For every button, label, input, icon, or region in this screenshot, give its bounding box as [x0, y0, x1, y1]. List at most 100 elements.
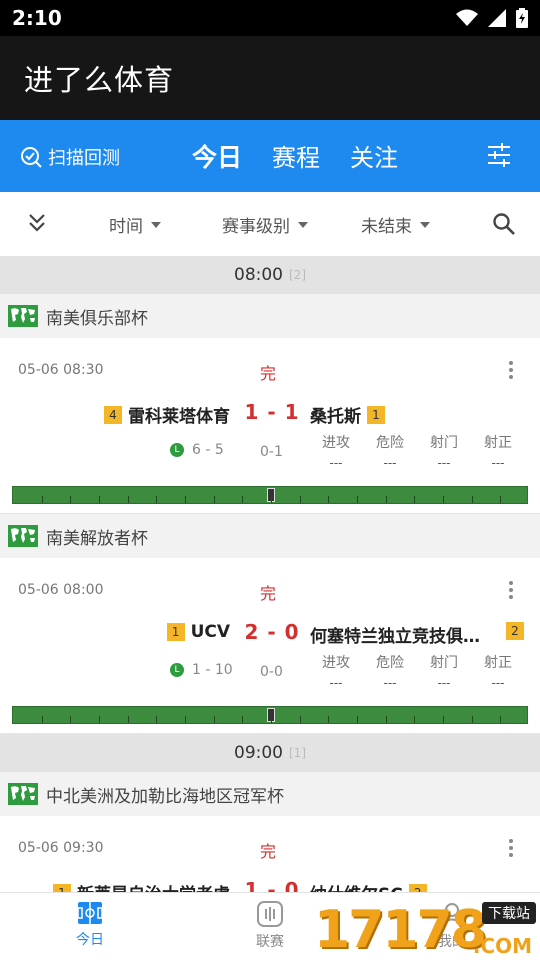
- match-score: 1 - 1: [244, 400, 300, 424]
- timeline-tick: [128, 496, 129, 503]
- level-filter-dropdown[interactable]: 赛事级别: [222, 212, 308, 237]
- home-team: 新莱昂自治大学老虎: [77, 880, 230, 892]
- time-group-time: 08:00: [234, 265, 283, 285]
- timeline-tick: [271, 496, 272, 503]
- caret-down-icon: [151, 221, 161, 228]
- corner-kick-icon: L: [170, 663, 184, 677]
- timeline-tick: [328, 496, 329, 503]
- match-datetime: 05-06 08:30: [18, 362, 104, 378]
- league-name: 中北美洲及加勒比海地区冠军杯: [46, 786, 284, 807]
- timeline-tick: [185, 716, 186, 723]
- corner-value: 1 - 10: [192, 662, 233, 678]
- away-rank-badge: 1: [367, 405, 385, 424]
- collapse-all-button[interactable]: [26, 212, 48, 238]
- stat-attack: 进攻 ---: [322, 435, 350, 470]
- bottom-tab-label: 联赛: [256, 934, 284, 950]
- match-list[interactable]: 08:00 [2] 南美俱乐部杯 05-06 08:30 完 4 雷科莱塔体育 …: [0, 256, 540, 892]
- home-rank-badge: 1: [166, 623, 185, 641]
- bottom-tab-league[interactable]: 联赛: [230, 901, 310, 951]
- match-score: 1 - 0: [244, 878, 300, 892]
- match-card[interactable]: 05-06 08:00 完 1 UCV 2 - 0 何塞特兰独立竞技俱… 2 L…: [0, 558, 540, 734]
- half-time-score: 0-1: [260, 444, 283, 460]
- timeline-tick: [70, 716, 71, 723]
- home-team: UCV: [190, 622, 230, 642]
- match-score: 2 - 0: [244, 620, 300, 644]
- signal-icon: [488, 9, 506, 27]
- timeline-tick: [156, 716, 157, 723]
- app-title: 进了么体育: [24, 63, 175, 97]
- more-vertical-icon: [509, 361, 513, 379]
- caret-down-icon: [298, 221, 308, 228]
- world-map-icon: [8, 305, 38, 327]
- timeline-tick: [185, 496, 186, 503]
- home-rank-badge: 1: [53, 883, 71, 892]
- top-nav: 扫描回测 今日 赛程 关注: [0, 120, 540, 192]
- status-bar: 2:10: [0, 0, 540, 36]
- timeline-tick: [214, 716, 215, 723]
- tab-follow[interactable]: 关注: [350, 138, 398, 173]
- bottom-tab-today[interactable]: 今日: [50, 901, 130, 949]
- time-filter-dropdown[interactable]: 时间: [109, 212, 161, 237]
- caret-down-icon: [420, 221, 430, 228]
- match-status: 完: [260, 584, 277, 603]
- timeline-tick: [357, 496, 358, 503]
- away-team: 纳什维尔SC: [310, 880, 403, 892]
- match-status: 完: [260, 364, 277, 383]
- timeline-tick: [242, 716, 243, 723]
- league-name: 南美俱乐部杯: [46, 308, 148, 329]
- site-watermark: 17178 下载站 .COM: [314, 900, 540, 960]
- away-team: 何塞特兰独立竞技俱…: [310, 627, 480, 647]
- league-icon: [257, 901, 283, 927]
- timeline-tick: [443, 496, 444, 503]
- timeline-tick: [414, 716, 415, 723]
- world-map-icon: [8, 525, 38, 547]
- tab-schedule[interactable]: 赛程: [272, 138, 320, 173]
- stat-on-target: 射正 ---: [484, 655, 512, 690]
- timeline-tick: [300, 496, 301, 503]
- more-options-button[interactable]: [508, 580, 514, 604]
- timeline-tick: [271, 716, 272, 723]
- league-header[interactable]: 南美解放者杯: [0, 514, 540, 558]
- league-name: 南美解放者杯: [46, 528, 148, 549]
- home-rank-badge: 4: [104, 405, 122, 424]
- match-card[interactable]: 05-06 08:30 完 4 雷科莱塔体育 1 - 1 桑托斯 1 L 6 -…: [0, 338, 540, 514]
- league-header[interactable]: 南美俱乐部杯: [0, 294, 540, 338]
- match-card[interactable]: 05-06 09:30 完 1 新莱昂自治大学老虎 1 - 0 纳什维尔SC 2: [0, 816, 540, 892]
- match-timeline-bar: [12, 706, 528, 724]
- stat-shots: 射门 ---: [430, 435, 458, 470]
- search-button[interactable]: [492, 212, 516, 240]
- timeline-tick: [99, 716, 100, 723]
- stat-shots: 射门 ---: [430, 655, 458, 690]
- status-time: 2:10: [12, 6, 62, 30]
- timeline-tick: [472, 716, 473, 723]
- state-filter-dropdown[interactable]: 未结束: [361, 212, 430, 237]
- timeline-tick: [414, 496, 415, 503]
- filter-settings-button[interactable]: [486, 142, 512, 172]
- more-options-button[interactable]: [508, 838, 514, 862]
- watermark-number: 17178: [314, 900, 487, 960]
- double-chevron-down-icon: [29, 214, 45, 232]
- scan-backtest-button[interactable]: 扫描回测: [20, 144, 120, 170]
- stat-danger: 危险 ---: [376, 655, 404, 690]
- timeline-tick: [42, 496, 43, 503]
- stat-attack: 进攻 ---: [322, 655, 350, 690]
- stat-danger: 危险 ---: [376, 435, 404, 470]
- tab-today[interactable]: 今日: [192, 138, 242, 174]
- timeline-tick: [500, 716, 501, 723]
- home-team: 雷科莱塔体育: [128, 407, 230, 427]
- match-timeline-bar: [12, 486, 528, 504]
- world-map-icon: [8, 783, 38, 805]
- corner-kick-icon: L: [170, 443, 184, 457]
- time-group-count: [2]: [289, 268, 306, 282]
- timeline-tick: [214, 496, 215, 503]
- league-header[interactable]: 中北美洲及加勒比海地区冠军杯: [0, 772, 540, 816]
- timeline-tick: [300, 716, 301, 723]
- more-options-button[interactable]: [508, 360, 514, 384]
- scan-check-icon: [21, 147, 42, 168]
- level-filter-label: 赛事级别: [222, 217, 290, 237]
- timeline-tick: [386, 496, 387, 503]
- time-filter-label: 时间: [109, 217, 143, 237]
- time-group-header: 08:00 [2]: [0, 256, 540, 294]
- timeline-tick: [70, 496, 71, 503]
- timeline-tick: [242, 496, 243, 503]
